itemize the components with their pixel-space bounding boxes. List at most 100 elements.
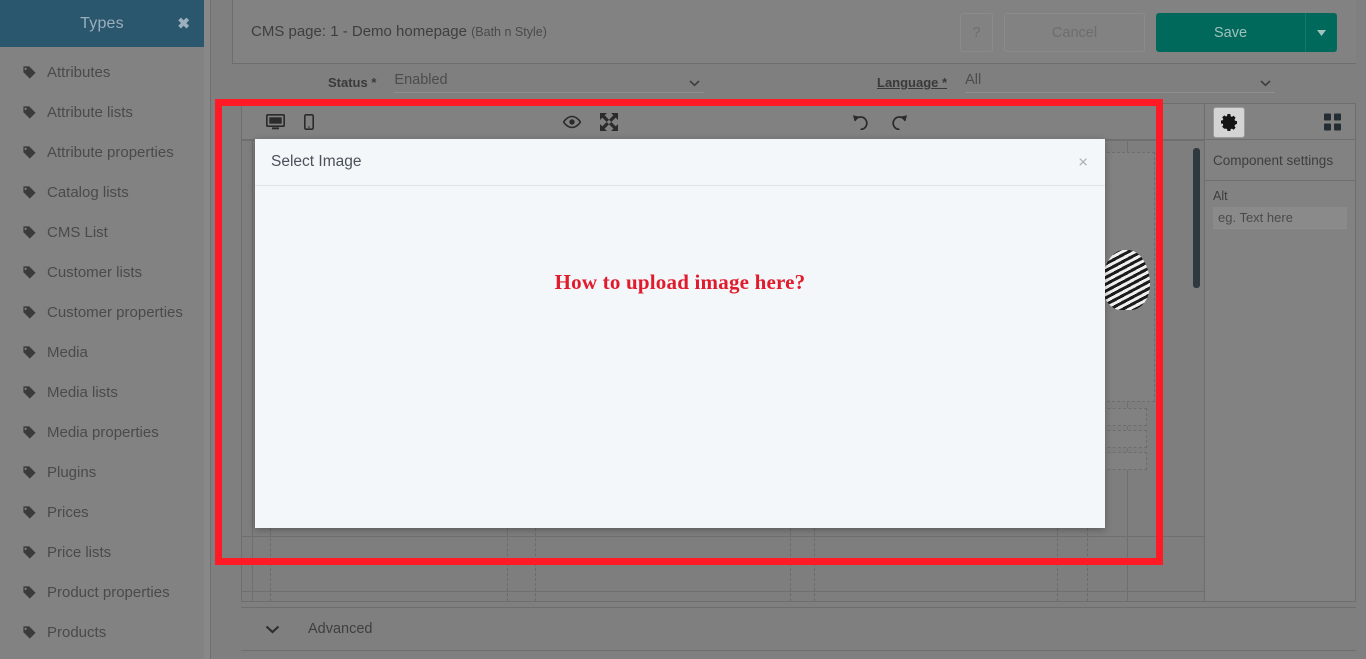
save-button-group: Save xyxy=(1156,13,1337,52)
types-sidebar: Types ✖ Attributes Attribute lists Attri… xyxy=(0,0,204,659)
desktop-preview-icon[interactable] xyxy=(265,113,286,130)
mobile-preview-icon[interactable] xyxy=(304,113,314,130)
sidebar-item-price-lists[interactable]: Price lists xyxy=(0,532,204,572)
sidebar-item-customer-properties[interactable]: Customer properties xyxy=(0,292,204,332)
sidebar-title: Types xyxy=(80,14,124,32)
tag-icon xyxy=(23,505,36,519)
alt-label: Alt xyxy=(1213,189,1228,203)
help-button[interactable]: ? xyxy=(960,13,993,52)
undo-icon[interactable] xyxy=(852,114,870,130)
tag-icon xyxy=(23,625,36,639)
tag-icon xyxy=(23,225,36,239)
chevron-down-icon xyxy=(265,625,280,633)
tag-icon xyxy=(23,65,36,79)
close-x-icon[interactable]: ✖ xyxy=(177,16,190,31)
status-label: Status * xyxy=(328,75,377,90)
sidebar-item-partial[interactable] xyxy=(0,652,204,659)
language-value: All xyxy=(965,72,982,88)
sidebar-item-label: CMS List xyxy=(47,223,108,241)
sidebar-item-label: Media lists xyxy=(47,383,118,401)
sidebar-item-label: Product properties xyxy=(47,583,170,601)
product-image-thumbnail xyxy=(1102,250,1150,310)
tag-icon xyxy=(23,105,36,119)
sidebar-item-label: Prices xyxy=(47,503,89,521)
canvas-row-line xyxy=(242,536,1204,537)
sidebar-item-list: Attributes Attribute lists Attribute pro… xyxy=(0,47,204,659)
sidebar-item-label: Customer properties xyxy=(47,303,183,321)
modal-title: Select Image xyxy=(271,153,362,170)
modal-header: Select Image × xyxy=(255,139,1105,186)
language-label: Language * xyxy=(877,75,948,90)
sidebar-item-products[interactable]: Products xyxy=(0,612,204,652)
annotation-text: How to upload image here? xyxy=(554,270,806,294)
chevron-down-icon xyxy=(689,80,700,87)
sidebar-item-attribute-lists[interactable]: Attribute lists xyxy=(0,92,204,132)
tag-icon xyxy=(23,425,36,439)
canvas-row-line xyxy=(242,591,1204,592)
status-field: Status * Enabled xyxy=(328,71,705,93)
sidebar-item-label: Products xyxy=(47,623,107,641)
sidebar-item-customer-lists[interactable]: Customer lists xyxy=(0,252,204,292)
eye-preview-icon[interactable] xyxy=(562,115,582,128)
sidebar-item-media[interactable]: Media xyxy=(0,332,204,372)
select-image-modal: Select Image × How to upload image here? xyxy=(255,139,1105,528)
save-button[interactable]: Save xyxy=(1156,13,1305,52)
page-form-row: Status * Enabled Language * All xyxy=(232,63,1356,101)
status-select[interactable]: Enabled xyxy=(394,71,705,93)
sidebar-item-label: Attribute properties xyxy=(47,143,174,161)
tag-icon xyxy=(23,345,36,359)
advanced-label: Advanced xyxy=(308,621,373,637)
tag-icon xyxy=(23,145,36,159)
settings-toolbar xyxy=(1205,104,1355,140)
sidebar-item-prices[interactable]: Prices xyxy=(0,492,204,532)
sidebar-item-label: Media properties xyxy=(47,423,159,441)
tag-icon xyxy=(23,545,36,559)
application-root: Types ✖ Attributes Attribute lists Attri… xyxy=(0,0,1366,659)
caret-down-icon xyxy=(1316,29,1326,36)
sidebar-resize-edge[interactable] xyxy=(204,0,211,659)
status-value: Enabled xyxy=(394,72,448,88)
canvas-scrollbar[interactable] xyxy=(1193,148,1200,288)
sidebar-item-media-lists[interactable]: Media lists xyxy=(0,372,204,412)
tag-icon xyxy=(23,585,36,599)
sidebar-item-plugins[interactable]: Plugins xyxy=(0,452,204,492)
sidebar-item-label: Price lists xyxy=(47,543,112,561)
sidebar-item-attribute-properties[interactable]: Attribute properties xyxy=(0,132,204,172)
close-x-icon[interactable]: × xyxy=(1078,154,1088,171)
gear-icon[interactable] xyxy=(1213,107,1245,138)
tag-icon xyxy=(23,465,36,479)
sidebar-item-label: Plugins xyxy=(47,463,97,481)
editor-toolbar xyxy=(242,104,1204,140)
sidebar-item-product-properties[interactable]: Product properties xyxy=(0,572,204,612)
canvas-guide xyxy=(252,140,253,601)
sidebar-item-cms-list[interactable]: CMS List xyxy=(0,212,204,252)
alt-field-group: Alt xyxy=(1205,181,1355,229)
advanced-section-toggle[interactable]: Advanced xyxy=(241,607,1356,651)
modal-body: How to upload image here? xyxy=(255,186,1105,528)
tag-icon xyxy=(23,185,36,199)
sidebar-item-label: Catalog lists xyxy=(47,183,129,201)
sidebar-item-label: Media xyxy=(47,343,88,361)
language-select[interactable]: All xyxy=(965,71,1276,93)
sidebar-item-media-properties[interactable]: Media properties xyxy=(0,412,204,452)
save-dropdown-button[interactable] xyxy=(1305,13,1337,52)
component-settings-title: Component settings xyxy=(1205,140,1355,181)
sidebar-item-label: Attributes xyxy=(47,63,111,81)
page-title-main: CMS page: 1 - Demo homepage xyxy=(251,23,467,40)
sidebar-item-catalog-lists[interactable]: Catalog lists xyxy=(0,172,204,212)
redo-icon[interactable] xyxy=(890,114,908,130)
sidebar-item-attributes[interactable]: Attributes xyxy=(0,52,204,92)
header-actions: ? Cancel Save xyxy=(960,13,1337,52)
chevron-down-icon xyxy=(1260,80,1271,87)
page-header-bar: CMS page: 1 - Demo homepage (Bath n Styl… xyxy=(232,0,1356,64)
sidebar-item-label: Attribute lists xyxy=(47,103,133,121)
cancel-button[interactable]: Cancel xyxy=(1004,13,1145,52)
alt-input[interactable] xyxy=(1213,207,1347,229)
fullscreen-icon[interactable] xyxy=(600,112,618,131)
grid-icon[interactable] xyxy=(1324,113,1341,130)
page-title-sub: (Bath n Style) xyxy=(471,25,547,39)
language-field: Language * All xyxy=(877,71,1276,93)
page-title: CMS page: 1 - Demo homepage (Bath n Styl… xyxy=(251,23,547,40)
tag-icon xyxy=(23,305,36,319)
sidebar-header: Types ✖ xyxy=(0,0,204,47)
